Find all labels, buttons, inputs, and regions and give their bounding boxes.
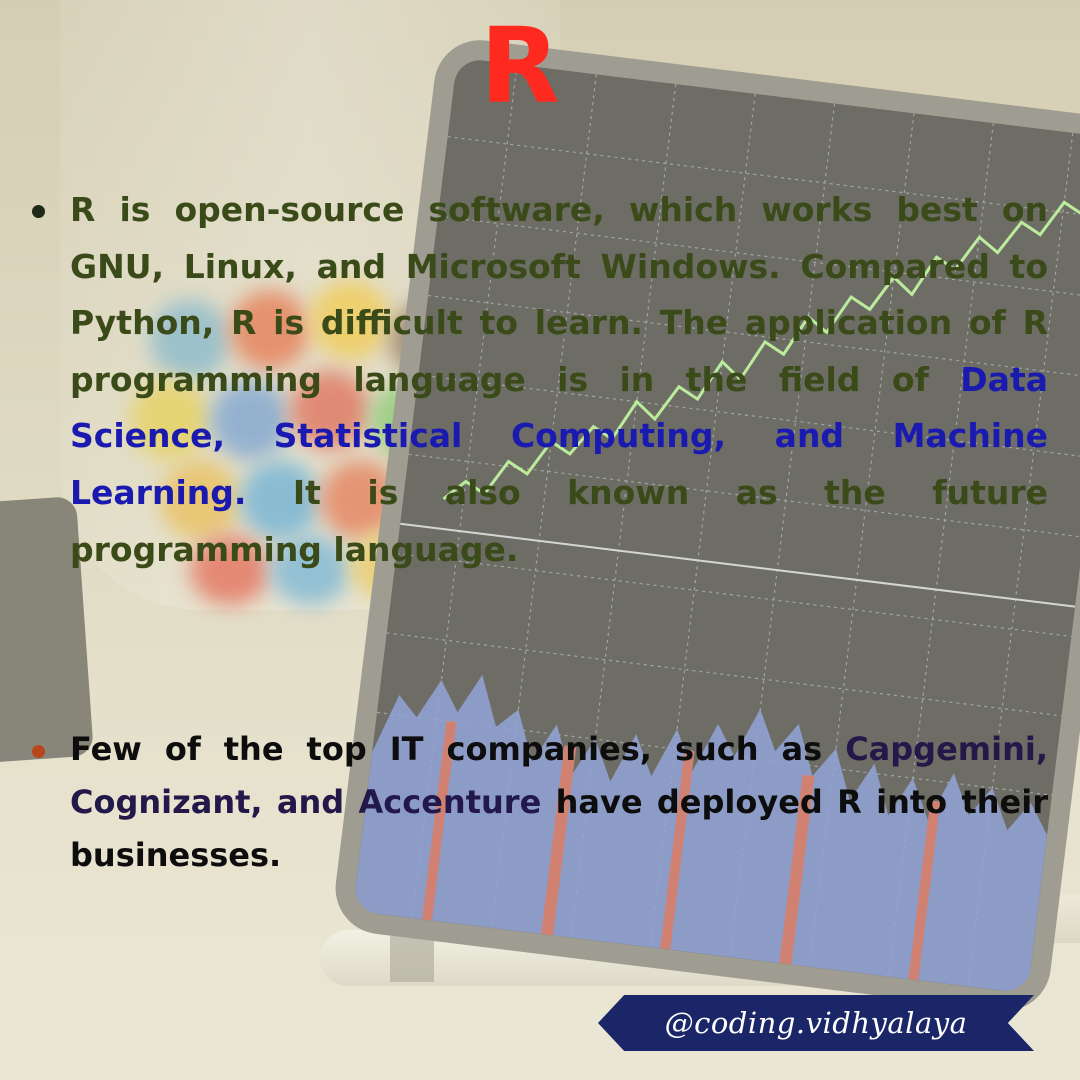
- bullet-r-companies-text: Few of the top IT companies, such as Cap…: [70, 723, 1048, 882]
- post-content: R R is open-source software, which works…: [0, 0, 1080, 1080]
- bullet-dot-icon: [32, 745, 45, 758]
- social-handle-banner: @coding.vidhyalaya: [598, 995, 1034, 1051]
- bullet-r-overview-lead: R is open-source software, which works b…: [70, 190, 1048, 399]
- page-title: R: [479, 5, 561, 127]
- bullet-r-overview-text: R is open-source software, which works b…: [70, 182, 1048, 578]
- bullet-r-overview: R is open-source software, which works b…: [32, 182, 1048, 578]
- bullet-r-companies-lead: Few of the top IT companies, such as: [70, 730, 846, 768]
- bullet-dot-icon: [32, 205, 45, 218]
- bullet-r-companies: Few of the top IT companies, such as Cap…: [32, 723, 1048, 882]
- social-handle-text: @coding.vidhyalaya: [664, 1006, 968, 1040]
